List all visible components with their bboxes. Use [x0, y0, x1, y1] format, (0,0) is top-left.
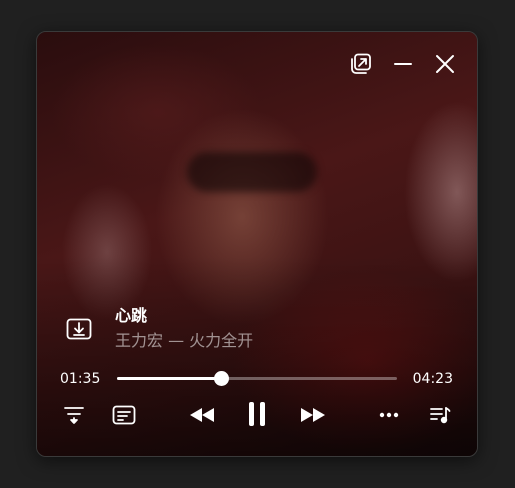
next-icon [301, 408, 325, 422]
pause-button[interactable] [242, 398, 272, 430]
previous-button[interactable] [187, 402, 217, 428]
equalizer-icon [64, 407, 84, 424]
download-button[interactable] [65, 316, 93, 342]
playlist-button[interactable] [427, 402, 453, 428]
close-button[interactable] [433, 52, 457, 76]
close-icon [436, 55, 454, 73]
previous-icon [190, 408, 214, 422]
more-button[interactable] [376, 402, 402, 428]
next-button[interactable] [298, 402, 328, 428]
equalizer-button[interactable] [61, 402, 87, 428]
lyrics-button[interactable] [111, 402, 137, 428]
track-info: 心跳 王力宏 — 火力全开 [115, 305, 253, 352]
playlist-icon [430, 407, 451, 424]
mini-player-window: 心跳 王力宏 — 火力全开 01:35 04:23 [36, 31, 478, 457]
minimize-button[interactable] [391, 52, 415, 76]
track-title: 心跳 [115, 306, 148, 325]
track-artist-album: 王力宏 — 火力全开 [115, 331, 254, 350]
progress-knob[interactable] [213, 371, 229, 386]
progress-fill [117, 377, 221, 380]
lyrics-icon [112, 405, 136, 425]
window-controls [349, 52, 457, 76]
current-time: 01:35 [60, 371, 101, 387]
progress-bar[interactable] [117, 371, 397, 386]
picture-in-picture-icon [351, 53, 371, 74]
minimize-icon [394, 63, 412, 65]
download-icon [66, 318, 92, 340]
more-icon [379, 412, 399, 418]
pip-button[interactable] [349, 52, 373, 76]
total-time: 04:23 [412, 371, 453, 387]
pause-icon [249, 402, 265, 426]
